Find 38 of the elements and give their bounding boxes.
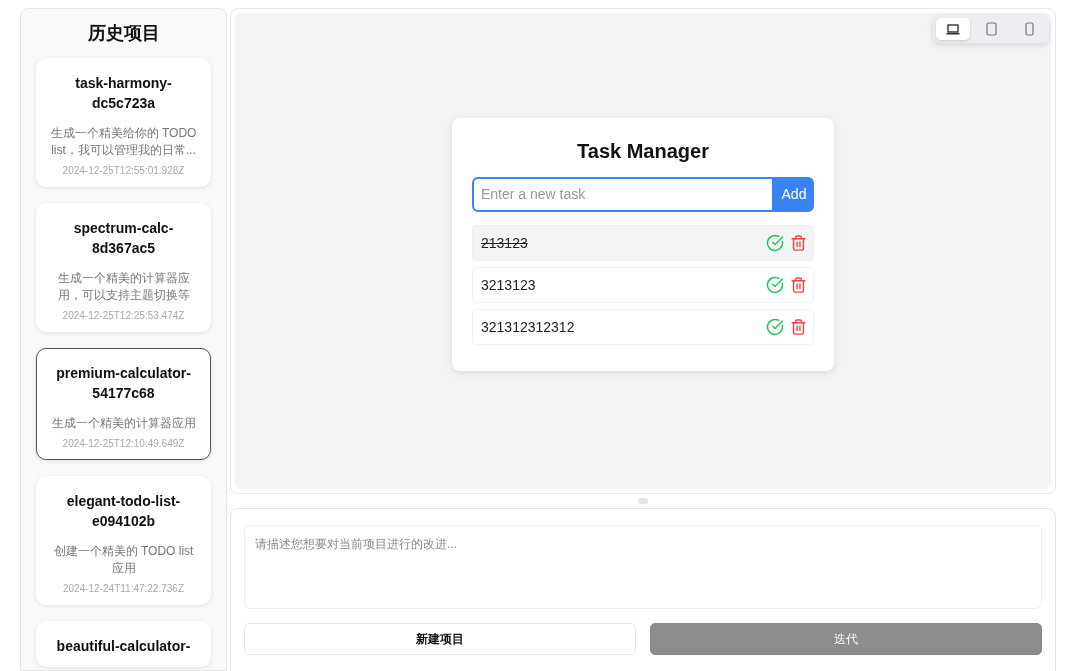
project-card[interactable]: premium-calculator-54177c68 生成一个精美的计算器应用 2024-12-25T12:10:49.649Z — [36, 348, 211, 460]
add-button[interactable]: Add — [774, 176, 814, 212]
project-name: beautiful-calculator- — [55, 637, 192, 656]
trash-icon[interactable] — [790, 317, 807, 336]
sidebar-title: 历史项目 — [86, 22, 161, 45]
device-button[interactable] — [936, 18, 970, 40]
project-name: spectrum-calc-8d367ac5 — [72, 219, 175, 258]
new-project-button[interactable]: 新建项目 — [244, 623, 636, 655]
phone-icon — [1024, 22, 1034, 36]
resize-handle[interactable] — [638, 498, 648, 504]
project-card[interactable]: elegant-todo-list-e094102b 创建一个精美的 TODO list 应用 2024-12-24T11:47:22.736Z — [36, 476, 211, 605]
project-card[interactable]: beautiful-calculator- — [36, 621, 211, 667]
prompt-field[interactable]: 请描述您想要对当前项目进行的改进... — [244, 525, 1042, 609]
task-text: 321312312312 — [481, 318, 575, 335]
project-timestamp: 2024-12-25T12:55:01.928Z — [62, 165, 185, 176]
project-card[interactable]: spectrum-calc-8d367ac5 生成一个精美的计算器应用，可以支持主题切换等 2024-12-25T12:25:53.474Z — [36, 203, 211, 332]
project-name: elegant-todo-list-e094102b — [65, 492, 182, 531]
project-description: 创建一个精美的 TODO list 应用 — [52, 543, 195, 577]
laptop-icon — [946, 23, 960, 35]
task-input-field[interactable]: Enter a new task — [472, 176, 774, 212]
project-description: 生成一个精美给你的 TODO list，我可以管理我的日常... — [49, 125, 198, 159]
project-timestamp: 2024-12-25T12:25:53.474Z — [62, 310, 185, 321]
project-timestamp: 2024-12-24T11:47:22.736Z — [63, 583, 184, 594]
project-name: task-harmony-dc5c723a — [74, 74, 173, 113]
check-circle-icon[interactable] — [766, 275, 784, 294]
project-name: premium-calculator-54177c68 — [55, 364, 192, 403]
project-timestamp: 2024-12-25T12:10:49.649Z — [62, 438, 185, 449]
check-circle-icon[interactable] — [766, 317, 784, 336]
project-description: 生成一个精美的计算器应用，可以支持主题切换等 — [56, 270, 191, 304]
tablet-icon — [985, 22, 997, 36]
trash-icon[interactable] — [790, 233, 807, 252]
task-text: 3213123 — [481, 276, 536, 293]
project-card[interactable]: task-harmony-dc5c723a 生成一个精美给你的 TODO list，我可以管理我的日常... 2024-12-25T12:55:01.928Z — [36, 58, 211, 187]
check-circle-icon[interactable] — [766, 233, 784, 252]
project-description: 生成一个精美的计算器应用 — [51, 415, 196, 432]
task-text: 213123 — [481, 234, 528, 251]
app-title: Task Manager — [576, 139, 710, 163]
trash-icon[interactable] — [790, 275, 807, 294]
